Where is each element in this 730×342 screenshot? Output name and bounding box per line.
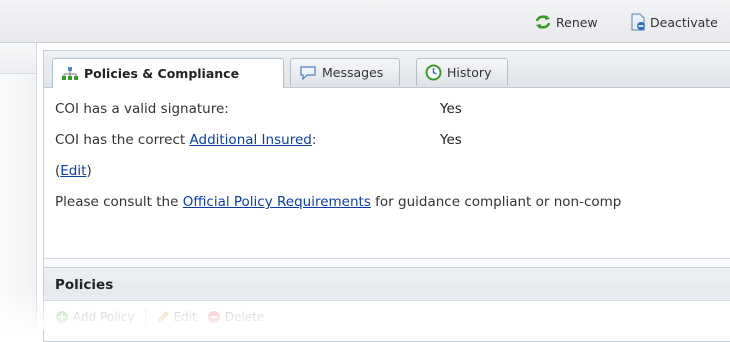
signature-label: COI has a valid signature: [55,101,229,117]
edit-row: (Edit) [55,156,730,187]
consult-row: Please consult the Official Policy Requi… [55,187,730,218]
deactivate-label: Deactivate [650,14,718,30]
consult-prefix: Please consult the [55,194,183,210]
delete-policy-label: Delete [224,310,265,324]
top-toolbar: Renew Deactivate [0,0,730,43]
edit-policy-label: Edit [173,310,197,324]
tab-history[interactable]: History [416,58,508,86]
compliance-details: COI has a valid signature: Yes COI has t… [44,88,730,224]
document-deactivate-icon [631,13,645,31]
signature-row: COI has a valid signature: Yes [55,94,730,125]
renew-button[interactable]: Renew [534,12,598,32]
insured-suffix: : [311,132,317,148]
speech-bubble-icon [300,66,316,80]
official-policy-requirements-link[interactable]: Official Policy Requirements [183,194,371,210]
insured-prefix: COI has the correct [55,132,190,148]
renew-label: Renew [556,14,598,30]
tab-bar: Policies & Compliance Messages History [44,51,730,88]
policies-title: Policies [55,277,114,293]
additional-insured-row: COI has the correct Additional Insured: … [55,125,730,156]
delete-icon [207,311,220,323]
tab-messages[interactable]: Messages [290,58,400,86]
deactivate-button[interactable]: Deactivate [630,12,718,32]
delete-policy-button[interactable]: Delete [207,310,264,324]
edit-policy-button[interactable]: Edit [156,310,197,324]
renew-icon [535,15,551,29]
compliance-panel: Policies & Compliance Messages History C… [43,50,730,342]
section-divider [44,258,730,267]
edit-link[interactable]: Edit [60,163,86,179]
tab-label: History [447,65,492,80]
consult-suffix: for guidance compliant or non-comp [370,194,622,210]
tab-policies-compliance[interactable]: Policies & Compliance [52,58,284,88]
clock-icon [425,64,442,81]
policies-toolbar: Add Policy Edit Delete [44,302,730,332]
insured-value: Yes [440,132,462,148]
pencil-icon [156,311,169,323]
tab-label: Messages [322,65,384,80]
toolbar-separator [144,309,146,325]
tab-label: Policies & Compliance [84,66,240,81]
additional-insured-link[interactable]: Additional Insured [190,132,312,148]
left-panel-header [0,43,36,74]
signature-value: Yes [440,101,462,117]
left-panel-edge [0,43,37,330]
add-icon [56,311,68,323]
edit-close-paren: ) [86,163,92,179]
add-policy-label: Add Policy [73,310,135,324]
policies-header: Policies [44,267,730,301]
add-policy-button[interactable]: Add Policy [55,310,135,324]
org-chart-icon [62,66,78,80]
